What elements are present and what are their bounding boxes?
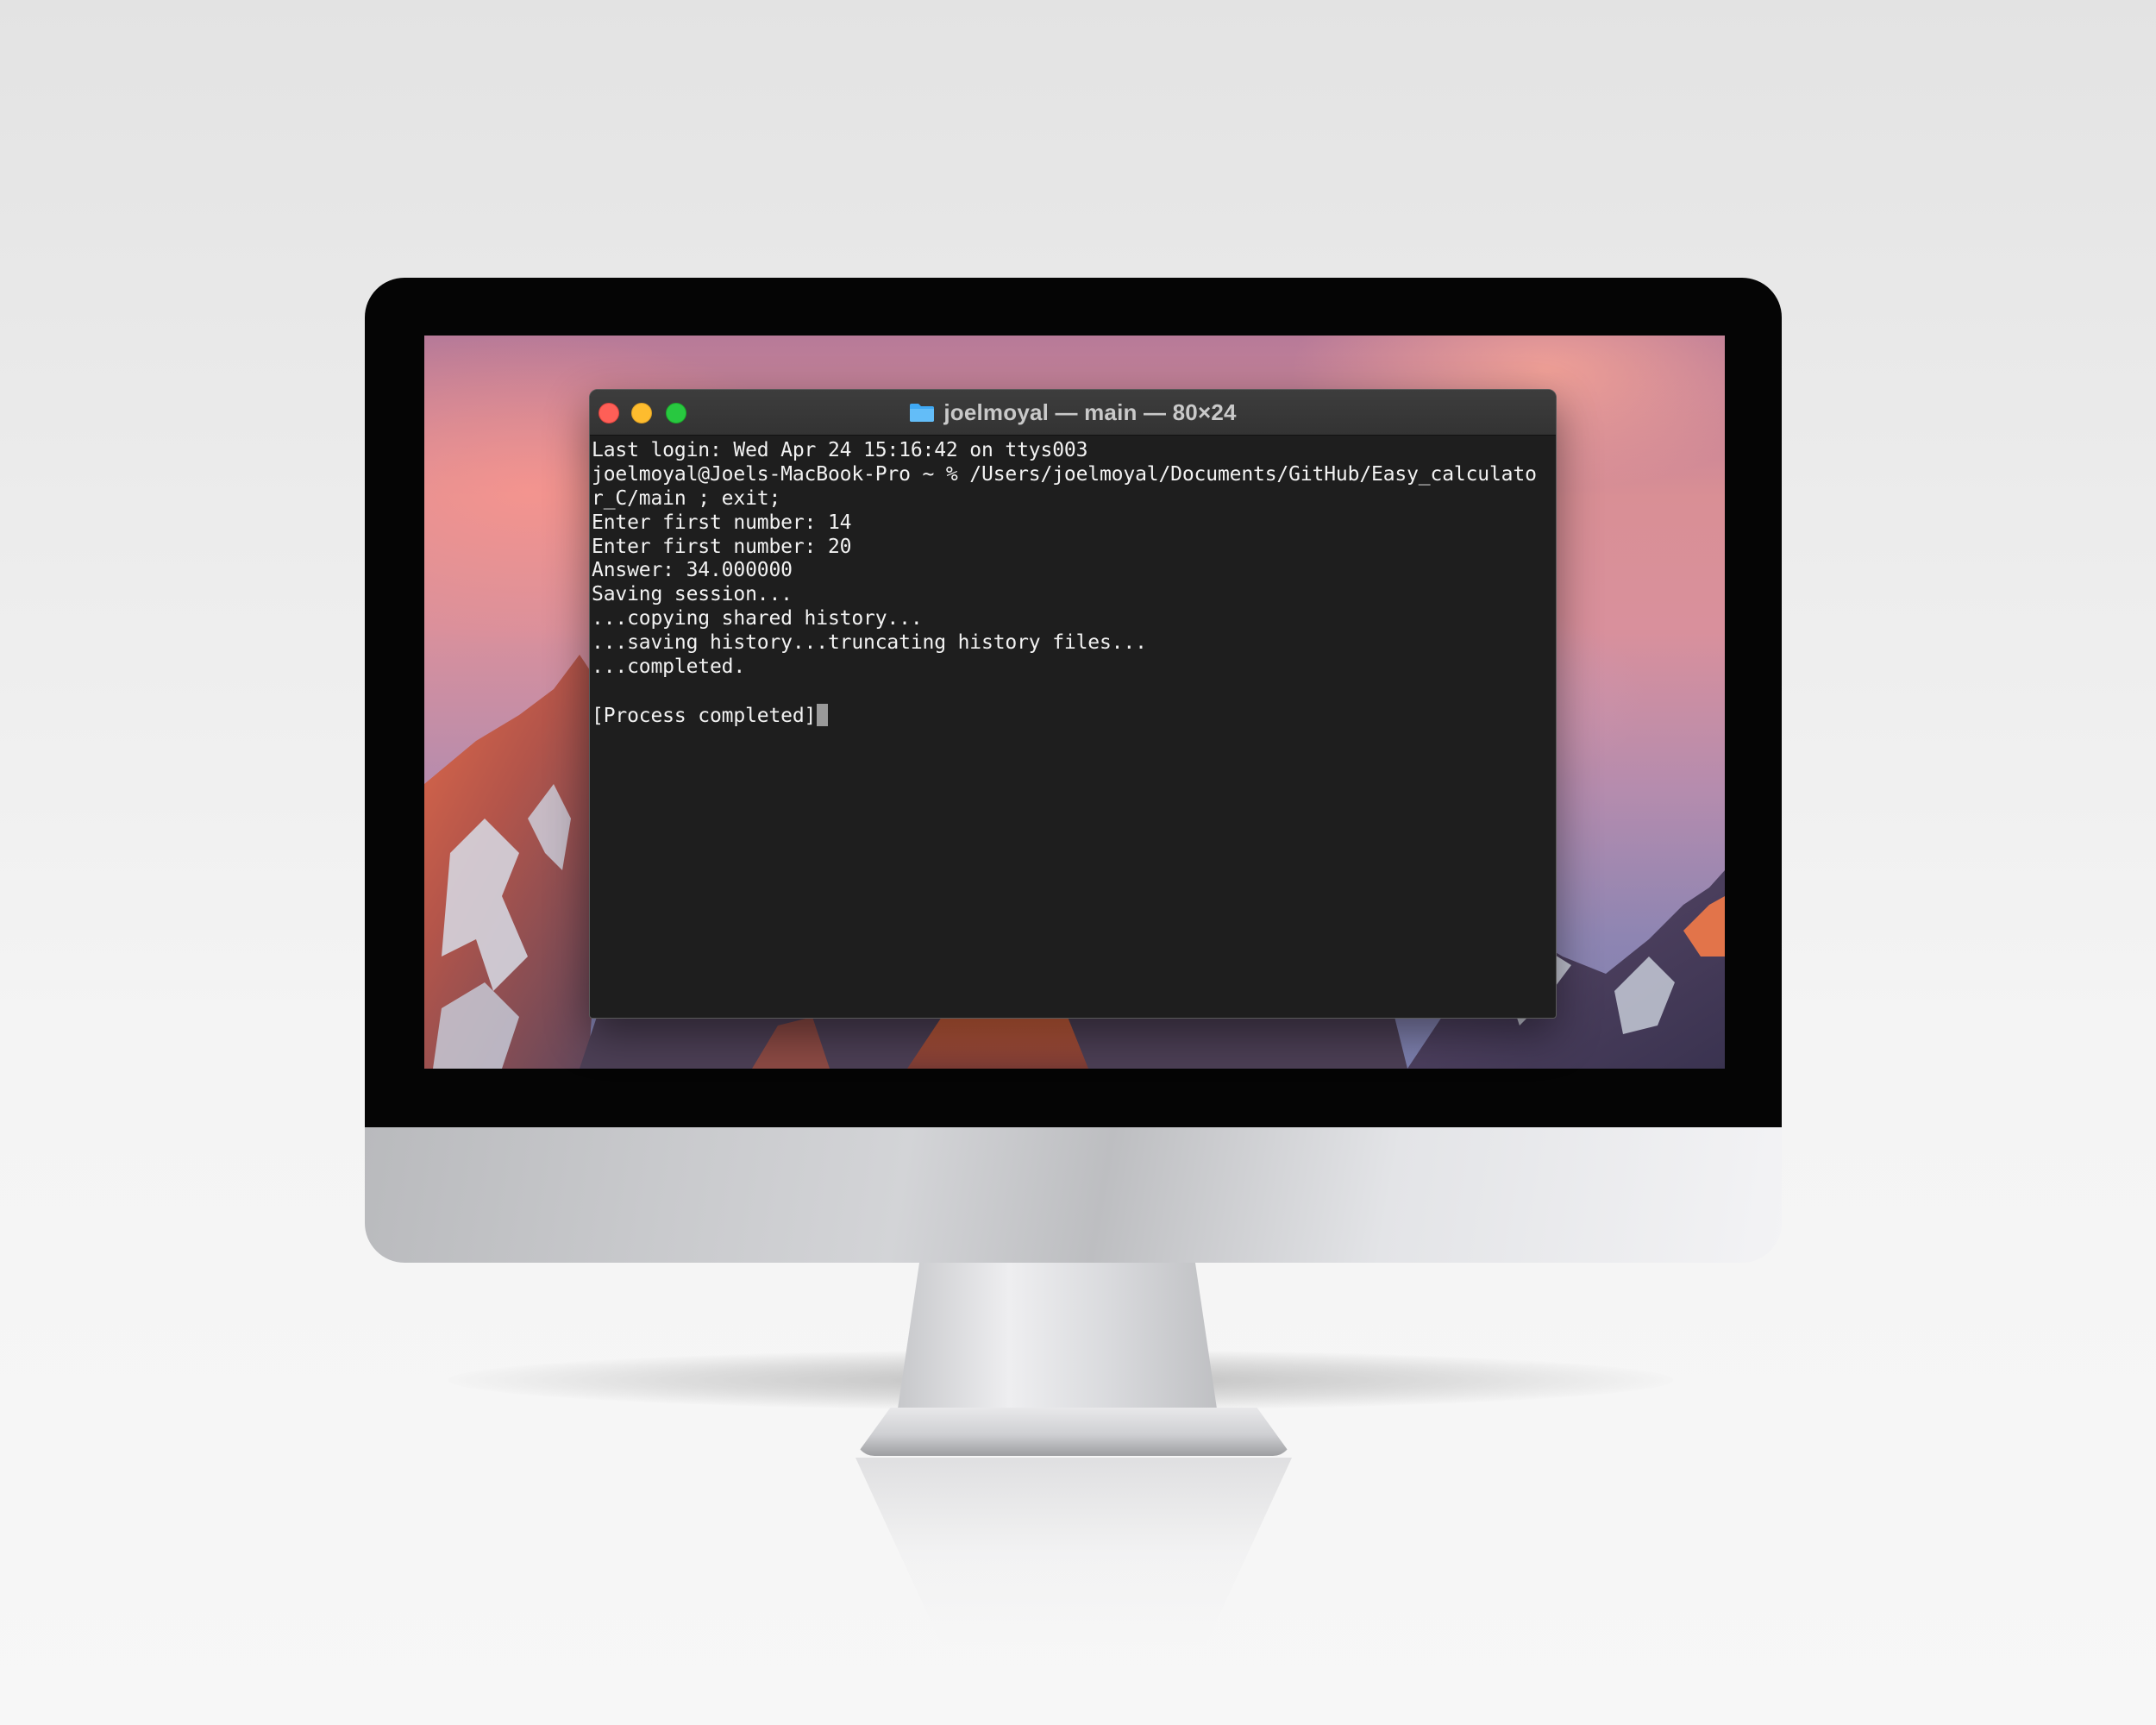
monitor-chin <box>365 1126 1782 1263</box>
window-title-group: joelmoyal — main — 80×24 <box>590 390 1556 435</box>
terminal-line: joelmoyal@Joels-MacBook-Pro ~ % /Users/j… <box>592 462 1537 486</box>
terminal-titlebar[interactable]: joelmoyal — main — 80×24 <box>590 390 1556 436</box>
terminal-line: ...saving history...truncating history f… <box>592 631 1147 655</box>
terminal-line: Answer: 34.000000 <box>592 559 793 582</box>
monitor-stand-foot <box>856 1408 1292 1456</box>
terminal-line: Last login: Wed Apr 24 15:16:42 on ttys0… <box>592 439 1088 461</box>
terminal-output[interactable]: Last login: Wed Apr 24 15:16:42 on ttys0… <box>590 436 1556 728</box>
stand-reflection <box>856 1458 1292 1647</box>
terminal-prompt-line: [Process completed] <box>592 703 1554 728</box>
process-completed-text: [Process completed] <box>592 704 817 727</box>
terminal-window[interactable]: joelmoyal — main — 80×24 Last login: Wed… <box>589 389 1557 1019</box>
terminal-line: Enter first number: 14 <box>592 511 852 534</box>
terminal-line: r_C/main ; exit; <box>592 486 781 510</box>
text-cursor <box>817 703 829 726</box>
folder-icon <box>910 404 935 422</box>
terminal-line: Enter first number: 20 <box>592 535 852 558</box>
window-title: joelmoyal — main — 80×24 <box>943 398 1237 425</box>
terminal-line: ...copying shared history... <box>592 607 923 630</box>
terminal-line: ...completed. <box>592 656 746 679</box>
terminal-line: Saving session... <box>592 583 793 606</box>
